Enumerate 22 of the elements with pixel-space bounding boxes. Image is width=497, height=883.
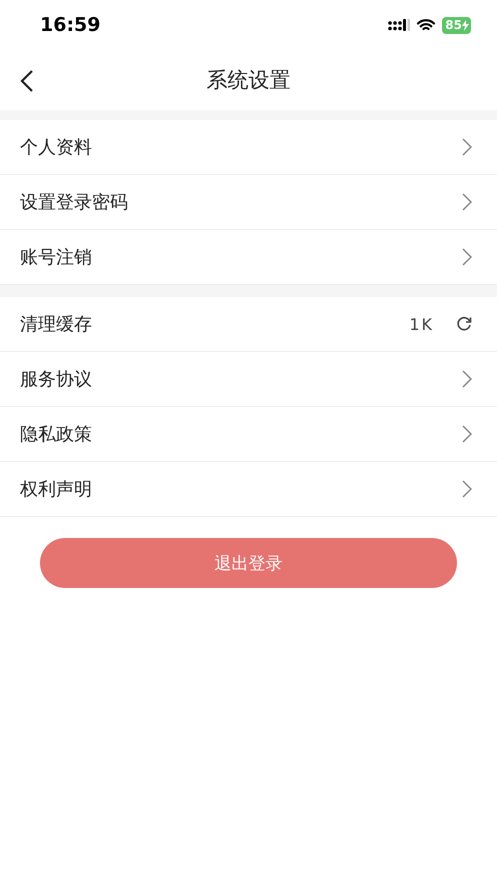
settings-label: 服务协议 (20, 368, 93, 391)
cache-size: 1K (409, 314, 434, 334)
chevron-icon (462, 248, 472, 266)
chevron-icon (462, 193, 472, 211)
settings-label: 账号注销 (20, 246, 93, 269)
settings-label: 隐私政策 (20, 423, 93, 446)
page-title: 系统设置 (206, 67, 290, 94)
settings-label: 权利声明 (20, 478, 93, 501)
chevron-icon (462, 425, 472, 443)
signal-icon (388, 19, 410, 31)
refresh-icon[interactable] (456, 316, 472, 332)
settings-label: 清理缓存 (20, 313, 93, 336)
battery-percent: 85 (445, 18, 462, 32)
chevron-icon (462, 138, 472, 156)
back-button[interactable] (18, 69, 36, 93)
status-time: 16:59 (40, 14, 100, 36)
chevron-icon (462, 480, 472, 498)
settings-label: 设置登录密码 (20, 191, 129, 214)
settings-label: 个人资料 (20, 136, 93, 159)
wifi-icon (417, 18, 436, 32)
chevron-icon (462, 370, 472, 388)
charging-icon (462, 20, 469, 30)
